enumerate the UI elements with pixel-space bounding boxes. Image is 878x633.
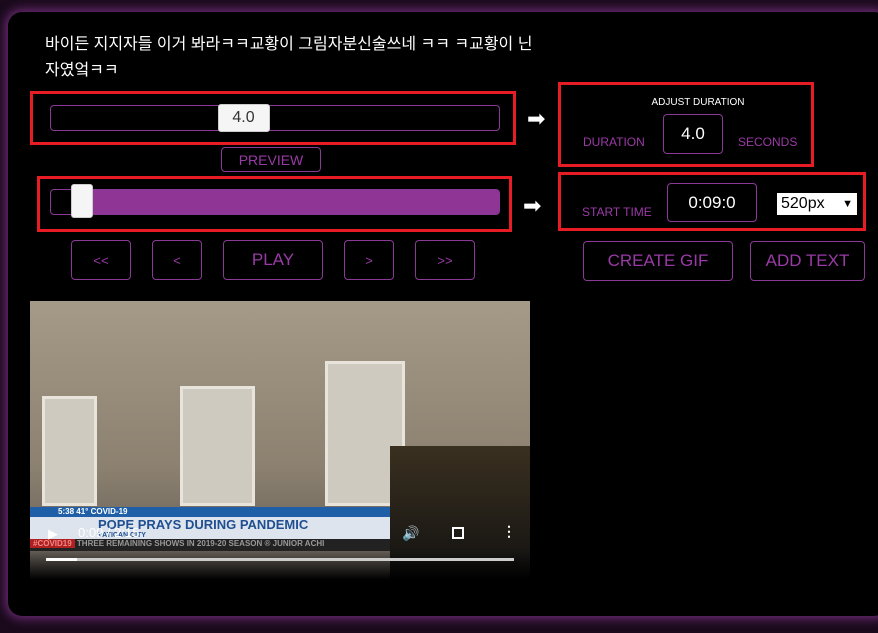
video-title: 바이든 지지자들 이거 봐라ㅋㅋ교황이 그림자분신술쓰네 ㅋㅋ ㅋ교황이 닌자였… [45,36,533,79]
last-button[interactable]: >> [415,240,475,280]
size-select-value: 520px [781,195,825,212]
prev-button[interactable]: < [152,240,202,280]
start-time-label: START TIME [582,205,652,219]
window [42,396,97,506]
duration-slider[interactable] [50,105,500,131]
next-button[interactable]: > [344,240,394,280]
arrow-right-icon: ➡ [523,193,542,218]
video-player[interactable]: 5:38 41° COVID-19 POPE PRAYS DURING PAND… [30,301,530,580]
create-gif-button[interactable]: CREATE GIF [583,241,733,281]
add-text-button[interactable]: ADD TEXT [750,241,865,281]
time-display: 0:09 / 2:15 [78,525,140,540]
ticker-top: 5:38 41° COVID-19 [30,507,390,517]
start-slider-fill [73,190,499,214]
volume-icon[interactable]: 🔊 [402,525,419,542]
duration-label: DURATION [583,135,645,149]
fullscreen-icon[interactable] [452,527,464,539]
more-options-icon[interactable]: ⋮ [502,523,516,540]
arrow-right-icon: ➡ [527,106,546,131]
adjust-duration-heading: ADJUST DURATION [651,97,745,108]
start-time-input[interactable]: 0:09:0 [667,183,757,222]
chevron-down-icon: ▼ [842,198,853,210]
size-select[interactable]: 520px ▼ [777,193,857,215]
duration-input[interactable]: 4.0 [663,114,723,154]
play-icon[interactable]: ▶ [48,526,58,542]
start-slider-handle[interactable] [70,184,93,218]
play-button[interactable]: PLAY [223,240,323,280]
preview-button[interactable]: PREVIEW [221,147,321,172]
seconds-label: SECONDS [738,135,798,149]
video-progress-bar[interactable] [46,558,514,561]
window [180,386,255,506]
duration-slider-handle[interactable]: 4.0 [217,104,270,132]
start-slider[interactable] [50,189,500,215]
first-button[interactable]: << [71,240,131,280]
